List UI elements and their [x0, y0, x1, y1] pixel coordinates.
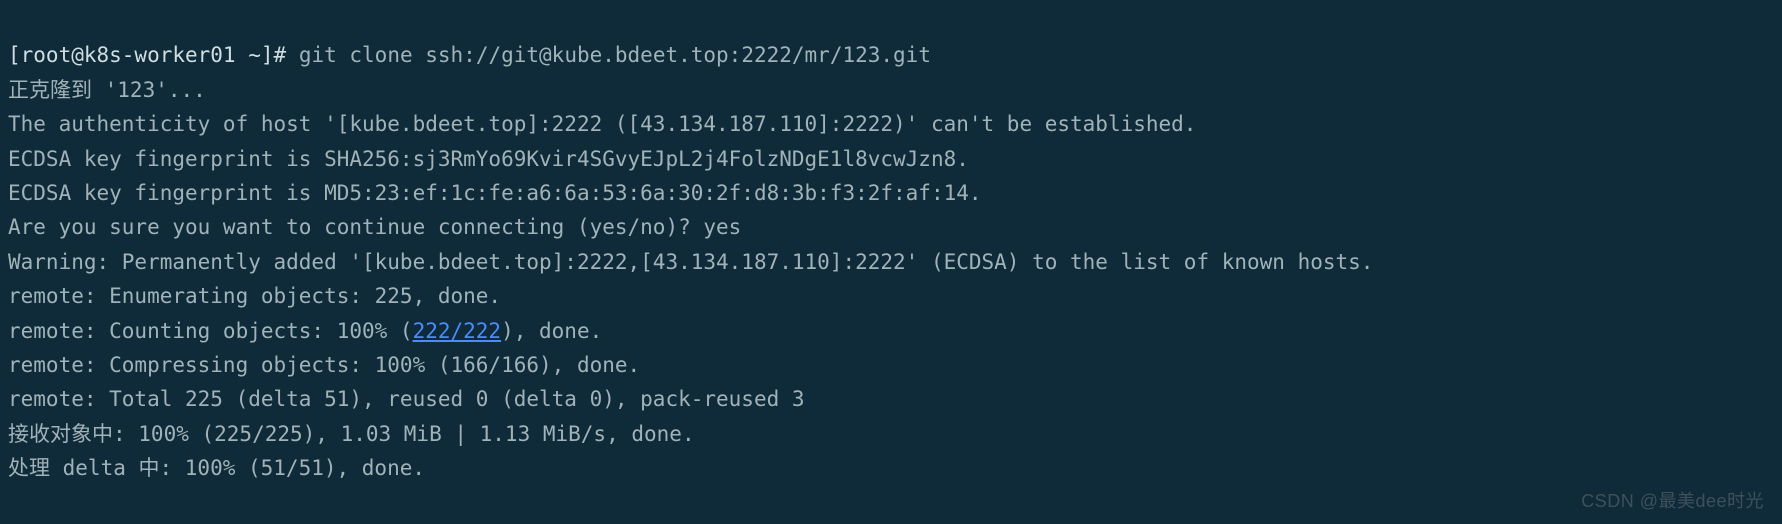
terminal-line: Are you sure you want to continue connec… [8, 215, 741, 239]
terminal-line: 处理 delta 中: 100% (51/51), done. [8, 456, 425, 480]
shell-command: git clone ssh://git@kube.bdeet.top:2222/… [299, 43, 931, 67]
terminal-line: ECDSA key fingerprint is SHA256:sj3RmYo6… [8, 147, 969, 171]
terminal-line: 接收对象中: 100% (225/225), 1.03 MiB | 1.13 M… [8, 422, 695, 446]
terminal-line: The authenticity of host '[kube.bdeet.to… [8, 112, 1196, 136]
terminal-line: remote: Compressing objects: 100% (166/1… [8, 353, 640, 377]
watermark: CSDN @最美dee时光 [1581, 484, 1764, 518]
terminal-line: ECDSA key fingerprint is MD5:23:ef:1c:fe… [8, 181, 982, 205]
terminal-line: Warning: Permanently added '[kube.bdeet.… [8, 250, 1373, 274]
counting-progress-link[interactable]: 222/222 [413, 319, 502, 343]
terminal-line: [root@k8s-worker01 ~]# git clone ssh://g… [8, 43, 931, 67]
terminal-line: remote: Total 225 (delta 51), reused 0 (… [8, 387, 805, 411]
terminal-line: 正克隆到 '123'... [8, 78, 206, 102]
shell-prompt: [root@k8s-worker01 ~]# [8, 43, 286, 67]
terminal-line: remote: Counting objects: 100% (222/222)… [8, 319, 602, 343]
terminal-line: remote: Enumerating objects: 225, done. [8, 284, 501, 308]
terminal-window[interactable]: [root@k8s-worker01 ~]# git clone ssh://g… [0, 0, 1782, 524]
